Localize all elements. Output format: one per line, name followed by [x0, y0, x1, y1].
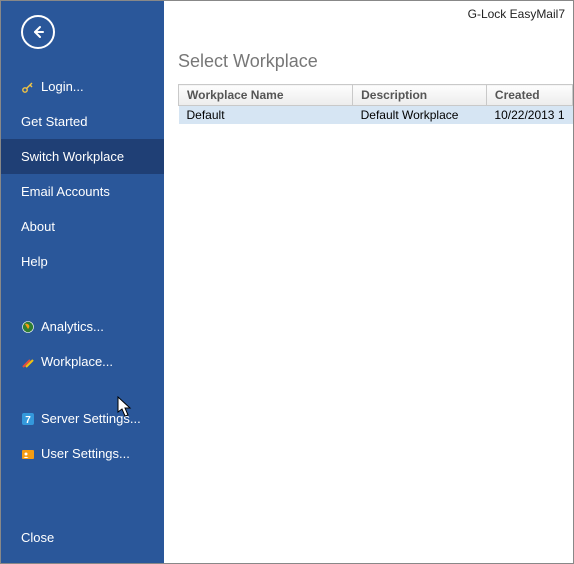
nav-switch-workplace[interactable]: Switch Workplace [1, 139, 164, 174]
col-created[interactable]: Created [486, 85, 572, 106]
cell-name: Default [179, 106, 353, 125]
table-row[interactable]: Default Default Workplace 10/22/2013 1 [179, 106, 573, 125]
nav-server-settings[interactable]: 7 Server Settings... [1, 401, 164, 436]
main-panel: G-Lock EasyMail7 Select Workplace Workpl… [164, 1, 573, 563]
app-title: G-Lock EasyMail7 [164, 1, 573, 21]
key-icon [21, 80, 35, 94]
seven-icon: 7 [21, 412, 35, 426]
svg-text:7: 7 [25, 415, 31, 426]
cell-description: Default Workplace [353, 106, 487, 125]
nav-label: About [21, 219, 55, 234]
nav-login[interactable]: Login... [1, 69, 164, 104]
col-description[interactable]: Description [353, 85, 487, 106]
nav-about[interactable]: About [1, 209, 164, 244]
nav-analytics[interactable]: Analytics... [1, 309, 164, 344]
nav-help[interactable]: Help [1, 244, 164, 279]
page-heading: Select Workplace [178, 51, 573, 72]
workplace-table: Workplace Name Description Created Defau… [178, 84, 573, 124]
nav-label: Help [21, 254, 48, 269]
user-icon [21, 447, 35, 461]
table-header-row: Workplace Name Description Created [179, 85, 573, 106]
col-workplace-name[interactable]: Workplace Name [179, 85, 353, 106]
nav-get-started[interactable]: Get Started [1, 104, 164, 139]
nav-label: Workplace... [41, 354, 113, 369]
arrow-left-icon [30, 24, 46, 40]
sidebar-spacer [1, 279, 164, 309]
nav-workplace[interactable]: Workplace... [1, 344, 164, 379]
nav-label: Switch Workplace [21, 149, 124, 164]
sidebar-spacer [1, 379, 164, 401]
nav-email-accounts[interactable]: Email Accounts [1, 174, 164, 209]
content-area: Select Workplace Workplace Name Descript… [164, 21, 573, 124]
back-button[interactable] [21, 15, 55, 49]
nav-label: Close [21, 530, 54, 545]
cell-created: 10/22/2013 1 [486, 106, 572, 125]
nav-label: User Settings... [41, 446, 130, 461]
nav-label: Get Started [21, 114, 87, 129]
nav-label: Email Accounts [21, 184, 110, 199]
sidebar: Login... Get Started Switch Workplace Em… [1, 1, 164, 563]
nav-label: Login... [41, 79, 84, 94]
nav-label: Analytics... [41, 319, 104, 334]
nav-close[interactable]: Close [1, 514, 164, 563]
tools-icon [21, 355, 35, 369]
globe-icon [21, 320, 35, 334]
nav-user-settings[interactable]: User Settings... [1, 436, 164, 471]
nav-label: Server Settings... [41, 411, 141, 426]
